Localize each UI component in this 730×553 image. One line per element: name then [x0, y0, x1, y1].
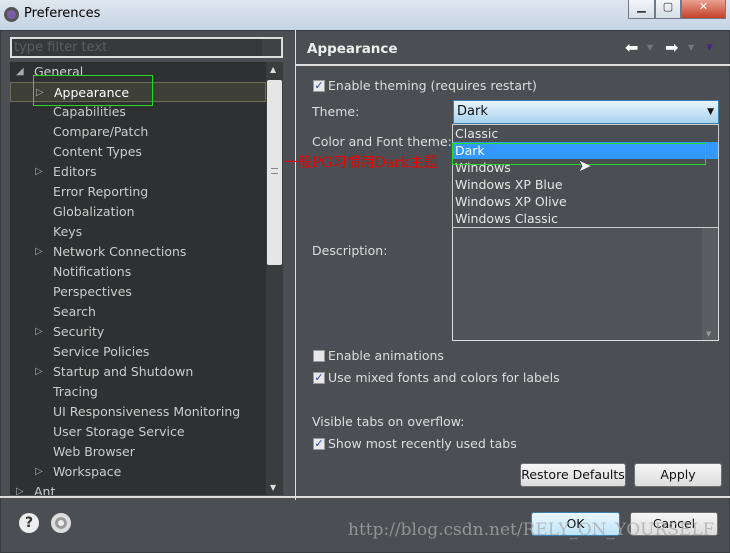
- expand-icon[interactable]: ▷: [35, 242, 43, 262]
- back-arrow-icon[interactable]: ⬅: [625, 38, 638, 57]
- mixed-fonts-label: Use mixed fonts and colors for labels: [328, 370, 560, 385]
- tree-item[interactable]: ▷ Network Connections: [10, 242, 266, 262]
- expand-icon[interactable]: ▷: [35, 322, 43, 342]
- filter-input[interactable]: type filter text: [10, 37, 283, 58]
- tree-scrollbar-thumb[interactable]: [267, 80, 282, 265]
- expand-icon[interactable]: ▷: [35, 362, 43, 382]
- tree-item[interactable]: UI Responsiveness Monitoring: [10, 402, 266, 422]
- theme-option[interactable]: Windows Classic: [453, 210, 718, 227]
- tree-item[interactable]: Web Browser: [10, 442, 266, 462]
- tree-item-label: Workspace: [53, 464, 122, 479]
- enable-animations-checkbox[interactable]: [313, 350, 325, 362]
- tree-item[interactable]: ▷ Startup and Shutdown: [10, 362, 266, 382]
- annotation-text: 一般PG习惯用Dark主题: [284, 155, 438, 171]
- tree-item-label: Ant: [34, 484, 56, 495]
- tree-item-label: Web Browser: [53, 444, 135, 459]
- page-title: Appearance: [307, 41, 398, 57]
- tree-item-label: User Storage Service: [53, 424, 185, 439]
- tree-item-label: Editors: [53, 164, 97, 179]
- apply-button[interactable]: Apply: [634, 463, 722, 487]
- tree-item[interactable]: ▷ Ant: [10, 482, 266, 495]
- theme-dropdown-list: Classic Dark Windows Windows XP Blue Windows…: [452, 124, 719, 228]
- forward-menu-icon[interactable]: ▼: [688, 43, 694, 52]
- enable-animations-label: Enable animations: [328, 348, 444, 363]
- tree-item-label: Keys: [53, 224, 83, 239]
- tree-item-label: Perspectives: [53, 284, 132, 299]
- description-label: Description:: [312, 243, 388, 258]
- tree-item-label: Compare/Patch: [53, 124, 149, 139]
- window-title: Preferences: [24, 6, 101, 21]
- filter-placeholder: type filter text: [14, 40, 108, 55]
- mixed-fonts-checkbox[interactable]: ✓: [313, 372, 325, 384]
- tree-item-label: Error Reporting: [53, 184, 149, 199]
- theme-label: Theme:: [312, 104, 360, 119]
- tree-item[interactable]: ▷ Security: [10, 322, 266, 342]
- tree-item-label: Security: [53, 324, 105, 339]
- tree-item[interactable]: Compare/Patch: [10, 122, 266, 142]
- tree-item[interactable]: Notifications: [10, 262, 266, 282]
- tree-item-label: Notifications: [53, 264, 132, 279]
- tree-item-label: Service Policies: [53, 344, 150, 359]
- tree-item[interactable]: Content Types: [10, 142, 266, 162]
- tree-item[interactable]: Globalization: [10, 202, 266, 222]
- footer-divider: [0, 496, 730, 498]
- expand-icon[interactable]: ▷: [16, 482, 24, 495]
- enable-theming-checkbox[interactable]: ✓: [313, 80, 325, 92]
- tree-item-label: Search: [53, 304, 96, 319]
- expand-icon[interactable]: ▷: [35, 162, 43, 182]
- tree-item[interactable]: User Storage Service: [10, 422, 266, 442]
- tree-item[interactable]: ▷ Editors: [10, 162, 266, 182]
- tree-item-label: UI Responsiveness Monitoring: [53, 404, 241, 419]
- theme-value: Dark: [457, 104, 488, 119]
- view-menu-icon[interactable]: ▼: [706, 43, 713, 53]
- forward-arrow-icon[interactable]: ➡: [665, 38, 678, 57]
- tree-item-label: Startup and Shutdown: [53, 364, 194, 379]
- maximize-button[interactable]: ▢: [655, 0, 681, 19]
- tree-item-label: Globalization: [53, 204, 135, 219]
- theme-option[interactable]: Windows XP Olive: [453, 193, 718, 210]
- description-box[interactable]: ▼: [452, 227, 719, 341]
- tree-item[interactable]: Search: [10, 302, 266, 322]
- chevron-down-icon: ▼: [707, 107, 714, 117]
- annotation-box: [33, 75, 153, 106]
- mouse-cursor-icon: ➤: [578, 156, 592, 175]
- tree-item-label: Content Types: [53, 144, 142, 159]
- title-bar: Preferences ▁ ▢ ✕: [0, 0, 730, 30]
- recent-tabs-checkbox[interactable]: ✓: [313, 438, 325, 450]
- tree-item[interactable]: Perspectives: [10, 282, 266, 302]
- color-font-theme-label: Color and Font theme:: [312, 134, 452, 149]
- preference-tree: ◢ General ▷ Appearance Capabilities Compare/P…: [10, 62, 266, 495]
- minimize-button[interactable]: ▁: [628, 0, 655, 19]
- import-export-icon[interactable]: [51, 513, 71, 533]
- theme-option[interactable]: Classic: [453, 125, 718, 142]
- tree-item[interactable]: Keys: [10, 222, 266, 242]
- header-divider: [296, 64, 730, 66]
- tree-item[interactable]: Tracing: [10, 382, 266, 402]
- recent-tabs-label: Show most recently used tabs: [328, 436, 517, 451]
- tree-item[interactable]: Service Policies: [10, 342, 266, 362]
- close-button[interactable]: ✕: [681, 0, 726, 19]
- tree-item[interactable]: Error Reporting: [10, 182, 266, 202]
- visible-tabs-label: Visible tabs on overflow:: [312, 414, 465, 429]
- collapse-icon[interactable]: ◢: [16, 62, 24, 82]
- eclipse-app-icon: [4, 7, 19, 22]
- tree-item-label: Tracing: [53, 384, 98, 399]
- watermark: http://blog.csdn.net/RELY_ON_YOURSELF: [348, 520, 715, 540]
- back-menu-icon[interactable]: ▼: [647, 43, 653, 52]
- theme-select[interactable]: Dark ▼: [453, 100, 719, 124]
- enable-theming-label: Enable theming (requires restart): [328, 78, 537, 93]
- tree-item-label: Network Connections: [53, 244, 187, 259]
- expand-icon[interactable]: ▷: [35, 462, 43, 482]
- tree-item[interactable]: ▷ Workspace: [10, 462, 266, 482]
- help-icon[interactable]: ?: [19, 513, 39, 533]
- restore-defaults-button[interactable]: Restore Defaults: [520, 463, 626, 487]
- theme-option[interactable]: Windows XP Blue: [453, 176, 718, 193]
